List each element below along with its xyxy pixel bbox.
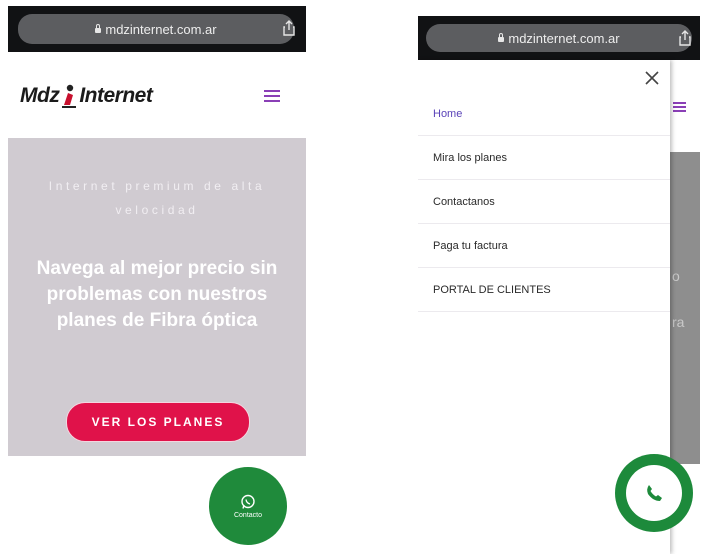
- share-icon[interactable]: [678, 30, 692, 46]
- hero-headline: Navega al mejor precio sin problemas con…: [36, 258, 278, 331]
- background-text-fragment: ra: [672, 314, 685, 330]
- whatsapp-icon: [241, 494, 255, 509]
- share-icon[interactable]: [282, 20, 296, 36]
- url-field[interactable]: mdzinternet.com.ar: [426, 24, 692, 52]
- menu-item-client-portal[interactable]: PORTAL DE CLIENTES: [418, 268, 670, 312]
- contact-fab[interactable]: Contacto: [209, 467, 287, 545]
- lock-icon: [95, 23, 102, 33]
- call-fab-inner: [626, 465, 682, 521]
- browser-address-bar: mdzinternet.com.ar: [8, 6, 306, 52]
- logo[interactable]: Mdz Internet: [20, 82, 153, 110]
- right-screenshot: mdzinternet.com.ar o ra Home Mira los pl…: [418, 16, 700, 554]
- background-hamburger-icon: [673, 102, 686, 112]
- url-field[interactable]: mdzinternet.com.ar: [18, 14, 294, 44]
- url-text: mdzinternet.com.ar: [508, 30, 620, 46]
- menu-item-pay-bill[interactable]: Paga tu factura: [418, 224, 670, 268]
- left-screenshot: mdzinternet.com.ar Mdz Internet Internet…: [8, 6, 306, 552]
- menu-item-home[interactable]: Home: [418, 92, 670, 136]
- menu-item-contact[interactable]: Contactanos: [418, 180, 670, 224]
- logo-mark-icon: [62, 84, 77, 108]
- background-hero: [670, 152, 700, 464]
- site-header: Mdz Internet: [8, 52, 306, 138]
- close-icon[interactable]: [642, 68, 662, 88]
- lock-icon: [498, 32, 505, 42]
- menu-item-plans[interactable]: Mira los planes: [418, 136, 670, 180]
- url-text: mdzinternet.com.ar: [105, 21, 217, 37]
- drawer-menu: Home Mira los planes Contactanos Paga tu…: [418, 92, 670, 312]
- hamburger-menu-icon[interactable]: [264, 90, 280, 102]
- background-text-fragment: o: [672, 268, 680, 284]
- browser-address-bar: mdzinternet.com.ar: [418, 16, 700, 60]
- logo-text-right: Internet: [79, 84, 153, 107]
- contact-fab-label: Contacto: [233, 511, 263, 519]
- call-fab[interactable]: [615, 454, 693, 532]
- phone-icon: [647, 485, 662, 501]
- hero-section: Internet premium de alta velocidad Naveg…: [8, 138, 306, 456]
- view-plans-button[interactable]: VER LOS PLANES: [66, 402, 250, 442]
- hero-tagline: Internet premium de alta velocidad: [48, 179, 266, 217]
- logo-text-left: Mdz: [20, 84, 60, 107]
